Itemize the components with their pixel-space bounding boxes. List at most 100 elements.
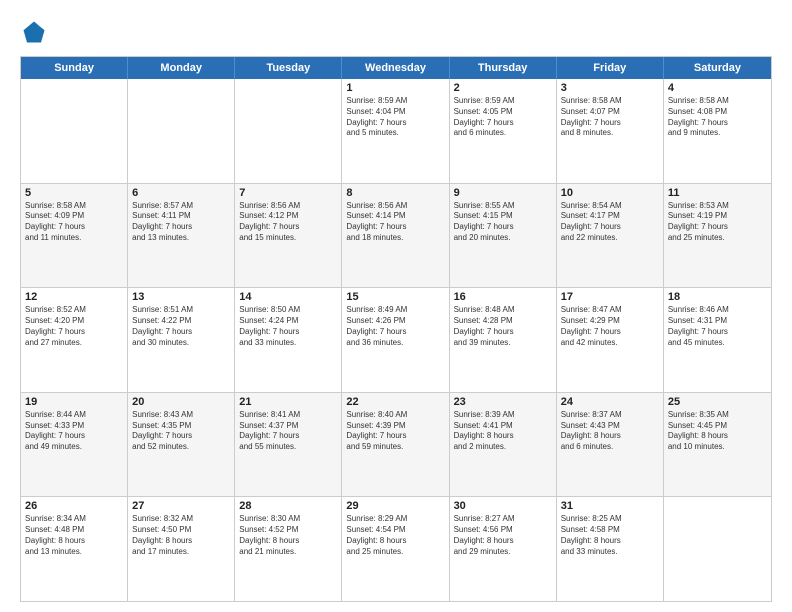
cell-day-number: 18 (668, 291, 767, 303)
cell-info-text: Sunrise: 8:58 AM Sunset: 4:07 PM Dayligh… (561, 96, 659, 139)
cal-cell-1-6: 3 Sunrise: 8:58 AM Sunset: 4:07 PM Daylig… (557, 79, 664, 183)
cell-day-number: 3 (561, 82, 659, 94)
cell-info-text: Sunrise: 8:56 AM Sunset: 4:14 PM Dayligh… (346, 201, 444, 244)
cell-day-number: 13 (132, 291, 230, 303)
cell-info-text: Sunrise: 8:44 AM Sunset: 4:33 PM Dayligh… (25, 410, 123, 453)
cal-cell-1-7: 4 Sunrise: 8:58 AM Sunset: 4:08 PM Daylig… (664, 79, 771, 183)
cell-day-number: 25 (668, 396, 767, 408)
cal-cell-3-5: 16Sunrise: 8:48 AM Sunset: 4:28 PM Dayli… (450, 288, 557, 392)
cell-day-number: 29 (346, 500, 444, 512)
cell-info-text: Sunrise: 8:59 AM Sunset: 4:04 PM Dayligh… (346, 96, 444, 139)
cell-day-number: 16 (454, 291, 552, 303)
cell-day-number: 31 (561, 500, 659, 512)
cell-info-text: Sunrise: 8:35 AM Sunset: 4:45 PM Dayligh… (668, 410, 767, 453)
cell-info-text: Sunrise: 8:52 AM Sunset: 4:20 PM Dayligh… (25, 305, 123, 348)
cal-cell-2-5: 9 Sunrise: 8:55 AM Sunset: 4:15 PM Daylig… (450, 184, 557, 288)
cal-cell-3-3: 14 Sunrise: 8:50 AM Sunset: 4:24 PM Dayli… (235, 288, 342, 392)
cell-info-text: Sunrise: 8:58 AM Sunset: 4:09 PM Dayligh… (25, 201, 123, 244)
cell-info-text: Sunrise: 8:59 AM Sunset: 4:05 PM Dayligh… (454, 96, 552, 139)
cell-info-text: Sunrise: 8:29 AM Sunset: 4:54 PM Dayligh… (346, 514, 444, 557)
cell-day-number: 9 (454, 187, 552, 199)
cell-info-text: Sunrise: 8:30 AM Sunset: 4:52 PM Dayligh… (239, 514, 337, 557)
cal-cell-5-3: 28 Sunrise: 8:30 AM Sunset: 4:52 PM Dayli… (235, 497, 342, 601)
cal-cell-5-2: 27Sunrise: 8:32 AM Sunset: 4:50 PM Dayli… (128, 497, 235, 601)
cal-header-tuesday: Tuesday (235, 57, 342, 79)
cell-info-text: Sunrise: 8:49 AM Sunset: 4:26 PM Dayligh… (346, 305, 444, 348)
cal-cell-3-1: 12 Sunrise: 8:52 AM Sunset: 4:20 PM Dayli… (21, 288, 128, 392)
calendar-header-row: SundayMondayTuesdayWednesdayThursdayFrid… (21, 57, 771, 79)
cell-day-number: 28 (239, 500, 337, 512)
cell-info-text: Sunrise: 8:56 AM Sunset: 4:12 PM Dayligh… (239, 201, 337, 244)
cell-info-text: Sunrise: 8:46 AM Sunset: 4:31 PM Dayligh… (668, 305, 767, 348)
cell-info-text: Sunrise: 8:58 AM Sunset: 4:08 PM Dayligh… (668, 96, 767, 139)
cell-day-number: 23 (454, 396, 552, 408)
cal-header-friday: Friday (557, 57, 664, 79)
cell-day-number: 4 (668, 82, 767, 94)
cal-cell-4-2: 20Sunrise: 8:43 AM Sunset: 4:35 PM Dayli… (128, 393, 235, 497)
page: SundayMondayTuesdayWednesdayThursdayFrid… (0, 0, 792, 612)
cell-day-number: 24 (561, 396, 659, 408)
cell-day-number: 26 (25, 500, 123, 512)
cal-cell-2-6: 10 Sunrise: 8:54 AM Sunset: 4:17 PM Dayli… (557, 184, 664, 288)
cell-day-number: 30 (454, 500, 552, 512)
cell-info-text: Sunrise: 8:34 AM Sunset: 4:48 PM Dayligh… (25, 514, 123, 557)
cal-cell-2-1: 5Sunrise: 8:58 AM Sunset: 4:09 PM Daylig… (21, 184, 128, 288)
cell-info-text: Sunrise: 8:32 AM Sunset: 4:50 PM Dayligh… (132, 514, 230, 557)
cal-cell-3-6: 17 Sunrise: 8:47 AM Sunset: 4:29 PM Dayli… (557, 288, 664, 392)
cell-info-text: Sunrise: 8:51 AM Sunset: 4:22 PM Dayligh… (132, 305, 230, 348)
cal-cell-4-6: 24 Sunrise: 8:37 AM Sunset: 4:43 PM Dayli… (557, 393, 664, 497)
cell-day-number: 10 (561, 187, 659, 199)
cal-header-wednesday: Wednesday (342, 57, 449, 79)
cal-header-thursday: Thursday (450, 57, 557, 79)
cal-cell-5-1: 26 Sunrise: 8:34 AM Sunset: 4:48 PM Dayli… (21, 497, 128, 601)
cal-cell-5-5: 30 Sunrise: 8:27 AM Sunset: 4:56 PM Dayli… (450, 497, 557, 601)
cal-cell-4-4: 22 Sunrise: 8:40 AM Sunset: 4:39 PM Dayli… (342, 393, 449, 497)
cell-info-text: Sunrise: 8:41 AM Sunset: 4:37 PM Dayligh… (239, 410, 337, 453)
cell-info-text: Sunrise: 8:53 AM Sunset: 4:19 PM Dayligh… (668, 201, 767, 244)
cell-day-number: 19 (25, 396, 123, 408)
cell-info-text: Sunrise: 8:50 AM Sunset: 4:24 PM Dayligh… (239, 305, 337, 348)
cell-info-text: Sunrise: 8:47 AM Sunset: 4:29 PM Dayligh… (561, 305, 659, 348)
cell-info-text: Sunrise: 8:39 AM Sunset: 4:41 PM Dayligh… (454, 410, 552, 453)
cal-header-monday: Monday (128, 57, 235, 79)
cal-cell-4-7: 25 Sunrise: 8:35 AM Sunset: 4:45 PM Dayli… (664, 393, 771, 497)
cal-week-2: 5Sunrise: 8:58 AM Sunset: 4:09 PM Daylig… (21, 183, 771, 288)
cal-cell-5-6: 31Sunrise: 8:25 AM Sunset: 4:58 PM Dayli… (557, 497, 664, 601)
cell-day-number: 20 (132, 396, 230, 408)
cal-cell-3-7: 18 Sunrise: 8:46 AM Sunset: 4:31 PM Dayli… (664, 288, 771, 392)
logo (20, 18, 52, 46)
cell-day-number: 8 (346, 187, 444, 199)
cell-day-number: 12 (25, 291, 123, 303)
cal-header-saturday: Saturday (664, 57, 771, 79)
cal-cell-2-2: 6 Sunrise: 8:57 AM Sunset: 4:11 PM Daylig… (128, 184, 235, 288)
cal-cell-1-1 (21, 79, 128, 183)
cell-day-number: 17 (561, 291, 659, 303)
logo-icon (20, 18, 48, 46)
cal-cell-1-3 (235, 79, 342, 183)
cell-info-text: Sunrise: 8:54 AM Sunset: 4:17 PM Dayligh… (561, 201, 659, 244)
cell-day-number: 2 (454, 82, 552, 94)
cal-cell-2-7: 11 Sunrise: 8:53 AM Sunset: 4:19 PM Dayli… (664, 184, 771, 288)
cell-info-text: Sunrise: 8:37 AM Sunset: 4:43 PM Dayligh… (561, 410, 659, 453)
cal-cell-1-2 (128, 79, 235, 183)
cell-info-text: Sunrise: 8:55 AM Sunset: 4:15 PM Dayligh… (454, 201, 552, 244)
cell-info-text: Sunrise: 8:27 AM Sunset: 4:56 PM Dayligh… (454, 514, 552, 557)
cell-day-number: 7 (239, 187, 337, 199)
cal-cell-3-2: 13 Sunrise: 8:51 AM Sunset: 4:22 PM Dayli… (128, 288, 235, 392)
cal-week-1: 1 Sunrise: 8:59 AM Sunset: 4:04 PM Daylig… (21, 79, 771, 183)
cal-cell-3-4: 15 Sunrise: 8:49 AM Sunset: 4:26 PM Dayli… (342, 288, 449, 392)
calendar: SundayMondayTuesdayWednesdayThursdayFrid… (20, 56, 772, 602)
calendar-body: 1 Sunrise: 8:59 AM Sunset: 4:04 PM Daylig… (21, 79, 771, 601)
cal-cell-4-3: 21Sunrise: 8:41 AM Sunset: 4:37 PM Dayli… (235, 393, 342, 497)
page-header (20, 18, 772, 46)
cell-day-number: 1 (346, 82, 444, 94)
cell-day-number: 6 (132, 187, 230, 199)
cal-cell-4-5: 23 Sunrise: 8:39 AM Sunset: 4:41 PM Dayli… (450, 393, 557, 497)
cell-day-number: 22 (346, 396, 444, 408)
cal-cell-1-4: 1 Sunrise: 8:59 AM Sunset: 4:04 PM Daylig… (342, 79, 449, 183)
cell-day-number: 11 (668, 187, 767, 199)
cell-day-number: 15 (346, 291, 444, 303)
cell-day-number: 14 (239, 291, 337, 303)
cell-info-text: Sunrise: 8:40 AM Sunset: 4:39 PM Dayligh… (346, 410, 444, 453)
cell-info-text: Sunrise: 8:57 AM Sunset: 4:11 PM Dayligh… (132, 201, 230, 244)
